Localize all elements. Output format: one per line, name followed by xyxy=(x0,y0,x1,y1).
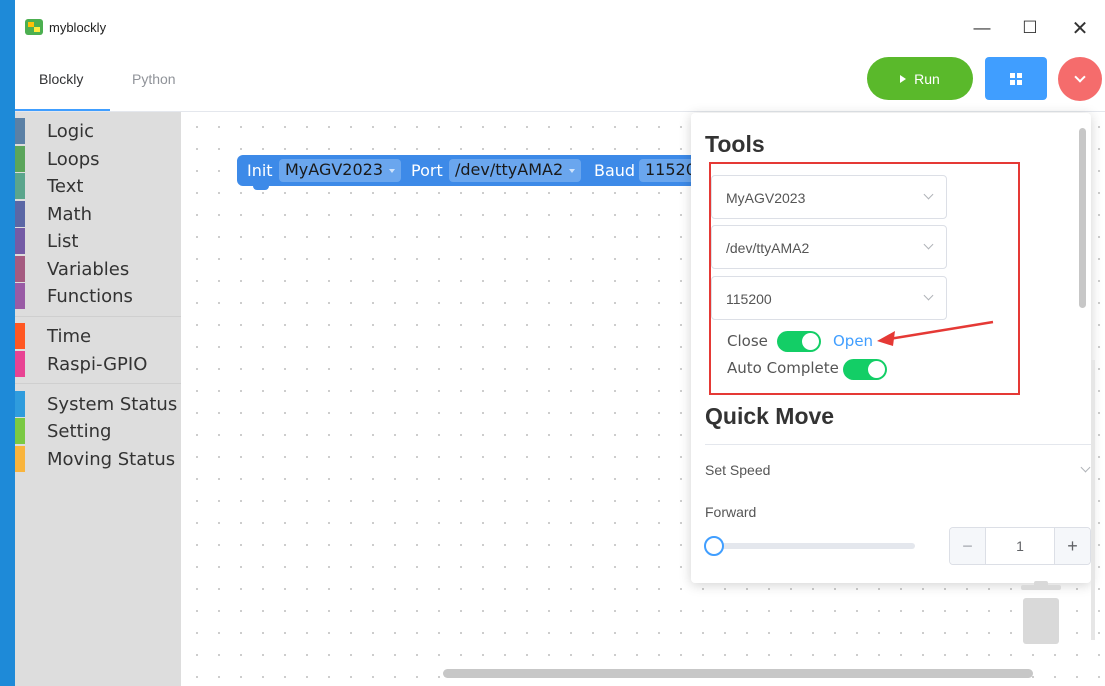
category-color-bar xyxy=(15,283,25,309)
tab-blockly[interactable]: Blockly xyxy=(39,71,83,87)
play-icon xyxy=(900,74,907,83)
category-label: Setting xyxy=(47,421,112,442)
close-window-button[interactable]: ✕ xyxy=(1065,14,1095,42)
category-functions[interactable]: Functions xyxy=(15,283,181,309)
category-color-bar xyxy=(15,256,25,282)
active-tab-indicator xyxy=(15,109,110,111)
category-system-status[interactable]: System Status xyxy=(15,391,181,417)
category-color-bar xyxy=(15,418,25,444)
category-color-bar xyxy=(15,228,25,254)
port-dropdown[interactable]: /dev/ttyAMA2 xyxy=(449,159,582,182)
category-variables[interactable]: Variables xyxy=(15,256,181,282)
category-color-bar xyxy=(15,146,25,172)
category-label: System Status xyxy=(47,394,178,415)
quick-move-heading: Quick Move xyxy=(705,403,835,429)
tab-python[interactable]: Python xyxy=(132,71,176,87)
category-color-bar xyxy=(15,351,25,377)
section-divider xyxy=(705,444,1093,445)
tools-toggle-button[interactable] xyxy=(985,57,1047,100)
dropdown-menu-button[interactable] xyxy=(1058,57,1102,101)
dropdown-arrow-icon xyxy=(569,168,576,173)
chevron-down-icon xyxy=(1074,71,1086,83)
category-label: Loops xyxy=(47,149,100,170)
category-time[interactable]: Time xyxy=(15,323,181,349)
category-text[interactable]: Text xyxy=(15,173,181,199)
panel-scrollbar[interactable] xyxy=(1079,128,1086,308)
forward-stepper: − 1 + xyxy=(949,527,1091,565)
set-speed-select[interactable]: Set Speed xyxy=(705,456,1093,486)
run-button[interactable]: Run xyxy=(867,57,973,100)
category-label: Moving Status xyxy=(47,449,176,470)
device-dropdown-value: MyAGV2023 xyxy=(285,160,383,179)
category-loops[interactable]: Loops xyxy=(15,146,181,172)
device-dropdown[interactable]: MyAGV2023 xyxy=(279,159,401,182)
minimize-button[interactable]: — xyxy=(967,14,997,42)
decrement-button[interactable]: − xyxy=(950,528,986,564)
port-dropdown-value: /dev/ttyAMA2 xyxy=(455,160,564,179)
category-list[interactable]: List xyxy=(15,228,181,254)
workspace-vertical-scrollbar-track xyxy=(1091,360,1095,640)
category-logic[interactable]: Logic xyxy=(15,118,181,144)
blockly-toolbox: Logic Loops Text Math List Variables Fun… xyxy=(15,112,181,686)
category-label: List xyxy=(47,231,79,252)
init-block[interactable]: Init MyAGV2023 Port /dev/ttyAMA2 Baud 11… xyxy=(237,155,707,186)
category-raspi-gpio[interactable]: Raspi-GPIO xyxy=(15,351,181,377)
category-color-bar xyxy=(15,446,25,472)
category-label: Math xyxy=(47,204,93,225)
toolbox-separator xyxy=(15,383,181,384)
chevron-down-icon xyxy=(1080,462,1091,473)
tools-heading: Tools xyxy=(705,131,765,157)
dropdown-arrow-icon xyxy=(389,168,395,173)
trash-can-icon[interactable] xyxy=(1021,581,1061,645)
port-label: Port xyxy=(411,161,443,180)
grid-icon xyxy=(1010,72,1022,85)
toolbox-separator xyxy=(15,316,181,317)
forward-slider-track[interactable] xyxy=(711,543,915,549)
category-color-bar xyxy=(15,118,25,144)
category-color-bar xyxy=(15,323,25,349)
forward-value[interactable]: 1 xyxy=(986,528,1054,564)
category-label: Raspi-GPIO xyxy=(47,354,148,375)
set-speed-label: Set Speed xyxy=(705,462,771,478)
highlight-annotation-box xyxy=(709,162,1020,395)
block-connector xyxy=(253,185,269,190)
category-setting[interactable]: Setting xyxy=(15,418,181,444)
forward-slider-handle[interactable] xyxy=(704,536,724,556)
category-color-bar xyxy=(15,173,25,199)
category-label: Functions xyxy=(47,286,133,307)
category-color-bar xyxy=(15,391,25,417)
category-color-bar xyxy=(15,201,25,227)
increment-button[interactable]: + xyxy=(1054,528,1090,564)
category-moving-status[interactable]: Moving Status xyxy=(15,446,181,472)
maximize-button[interactable]: ☐ xyxy=(1015,14,1045,42)
window-title: myblockly xyxy=(49,20,107,35)
category-label: Logic xyxy=(47,121,95,142)
init-block-label: Init xyxy=(247,161,273,180)
workspace-horizontal-scrollbar[interactable] xyxy=(443,669,1033,678)
baud-label: Baud xyxy=(594,161,636,180)
category-label: Text xyxy=(47,176,84,197)
category-math[interactable]: Math xyxy=(15,201,181,227)
category-label: Time xyxy=(47,326,92,347)
title-bar: myblockly — ☐ ✕ xyxy=(15,0,1105,56)
run-button-label: Run xyxy=(914,70,940,87)
category-label: Variables xyxy=(47,259,130,280)
forward-label: Forward xyxy=(705,504,757,520)
app-icon xyxy=(25,19,43,35)
window-accent-border xyxy=(0,0,15,686)
app-window: myblockly — ☐ ✕ Blockly Python Run Logic… xyxy=(15,0,1105,686)
annotation-arrow-icon xyxy=(877,320,994,346)
